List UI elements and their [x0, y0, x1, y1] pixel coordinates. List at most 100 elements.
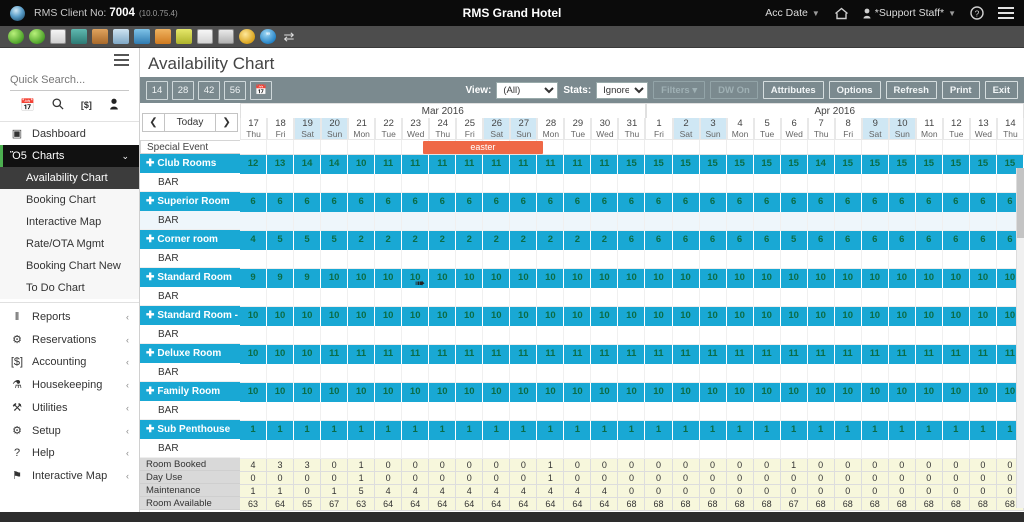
event-cell[interactable]	[375, 140, 403, 154]
rate-cell[interactable]	[240, 326, 268, 345]
availability-cell[interactable]: 11	[537, 345, 565, 364]
rate-cell[interactable]	[510, 250, 538, 269]
availability-cell[interactable]: 10	[753, 269, 781, 288]
category-label-club-rooms[interactable]: ✚ Club Rooms	[140, 154, 240, 173]
rate-cell[interactable]	[699, 364, 727, 383]
transfer-icon[interactable]: ⇄	[281, 29, 297, 44]
rate-cell[interactable]	[591, 402, 619, 421]
sidebar-subitem-booking-chart[interactable]: Booking Chart	[0, 189, 139, 211]
availability-cell[interactable]: 5	[294, 231, 322, 250]
rate-cell[interactable]	[753, 250, 781, 269]
availability-cell[interactable]: 6	[861, 193, 889, 212]
availability-cell[interactable]: 11	[753, 345, 781, 364]
availability-cell[interactable]: 11	[483, 345, 511, 364]
availability-cell[interactable]: 11	[375, 155, 403, 174]
availability-cell[interactable]: 10	[456, 269, 484, 288]
rate-cell[interactable]	[888, 174, 916, 193]
rate-cell[interactable]	[375, 250, 403, 269]
rate-cell[interactable]	[294, 250, 322, 269]
rate-cell[interactable]	[726, 174, 754, 193]
rate-cell[interactable]	[699, 326, 727, 345]
rate-cell[interactable]	[456, 250, 484, 269]
day-header-cell[interactable]: 5 Tue	[753, 118, 781, 140]
event-cell[interactable]	[348, 140, 376, 154]
rate-cell[interactable]	[699, 402, 727, 421]
rate-cell[interactable]	[969, 288, 997, 307]
availability-cell[interactable]: 10	[510, 307, 538, 326]
availability-cell[interactable]: 2	[456, 231, 484, 250]
rate-cell[interactable]	[672, 250, 700, 269]
rate-cell[interactable]	[294, 212, 322, 231]
rate-cell[interactable]	[483, 212, 511, 231]
printer-icon[interactable]	[218, 29, 234, 44]
rate-cell[interactable]	[861, 364, 889, 383]
rate-cell[interactable]	[240, 288, 268, 307]
availability-cell[interactable]: 1	[267, 421, 295, 440]
availability-cell[interactable]: 1	[672, 421, 700, 440]
rate-cell[interactable]	[618, 212, 646, 231]
availability-cell[interactable]: 10	[753, 307, 781, 326]
availability-cell[interactable]: 11	[915, 345, 943, 364]
rate-label-family-room[interactable]: BAR	[140, 401, 240, 420]
availability-cell[interactable]: 10	[861, 383, 889, 402]
comment-icon[interactable]: ”	[260, 29, 276, 44]
acc-date-menu[interactable]: Acc Date ▼	[765, 7, 820, 19]
rate-cell[interactable]	[429, 402, 457, 421]
availability-cell[interactable]: 10	[726, 383, 754, 402]
day-header-cell[interactable]: 6 Wed	[780, 118, 808, 140]
availability-cell[interactable]: 6	[834, 193, 862, 212]
rate-cell[interactable]	[834, 364, 862, 383]
rate-cell[interactable]	[861, 212, 889, 231]
availability-cell[interactable]: 1	[510, 421, 538, 440]
event-cell[interactable]	[645, 140, 673, 154]
rate-cell[interactable]	[672, 364, 700, 383]
availability-cell[interactable]: 6	[402, 193, 430, 212]
rate-cell[interactable]	[834, 174, 862, 193]
rate-cell[interactable]	[564, 288, 592, 307]
rate-cell[interactable]	[888, 402, 916, 421]
availability-cell[interactable]: 11	[645, 345, 673, 364]
rate-cell[interactable]	[267, 288, 295, 307]
rate-cell[interactable]	[564, 402, 592, 421]
event-cell[interactable]	[672, 140, 700, 154]
availability-cell[interactable]: 10	[834, 269, 862, 288]
rate-cell[interactable]	[267, 440, 295, 459]
rate-cell[interactable]	[969, 174, 997, 193]
availability-cell[interactable]: 11	[402, 155, 430, 174]
availability-cell[interactable]: 10	[348, 269, 376, 288]
sidebar-item-utilities[interactable]: ⚒ Utilities ‹	[0, 396, 139, 419]
category-label-superior-room[interactable]: ✚ Superior Room	[140, 192, 240, 211]
expand-plus-icon[interactable]: ✚	[146, 158, 154, 169]
rate-cell[interactable]	[834, 402, 862, 421]
event-cell[interactable]	[861, 140, 889, 154]
sidebar-item-interactive-map[interactable]: ⚑ Interactive Map ‹	[0, 464, 139, 487]
availability-cell[interactable]: 6	[699, 193, 727, 212]
availability-cell[interactable]: 10	[564, 269, 592, 288]
availability-cell[interactable]: 1	[294, 421, 322, 440]
rate-cell[interactable]	[348, 402, 376, 421]
rate-cell[interactable]	[942, 364, 970, 383]
home-button[interactable]	[834, 7, 849, 20]
rate-cell[interactable]	[456, 440, 484, 459]
rate-cell[interactable]	[402, 288, 430, 307]
rate-cell[interactable]	[645, 212, 673, 231]
availability-cell[interactable]: 9	[294, 269, 322, 288]
availability-cell[interactable]: 6	[672, 193, 700, 212]
main-menu-button[interactable]	[998, 7, 1014, 19]
rate-cell[interactable]	[375, 288, 403, 307]
event-cell[interactable]	[294, 140, 322, 154]
prev-period-button[interactable]: ❮	[142, 112, 165, 132]
alert-icon[interactable]	[239, 29, 255, 44]
event-cell[interactable]	[591, 140, 619, 154]
rate-cell[interactable]	[429, 250, 457, 269]
availability-cell[interactable]: 2	[510, 231, 538, 250]
rate-label-superior-room[interactable]: BAR	[140, 211, 240, 230]
availability-cell[interactable]: 10	[591, 383, 619, 402]
rate-cell[interactable]	[807, 326, 835, 345]
rate-label-deluxe-room[interactable]: BAR	[140, 363, 240, 382]
availability-cell[interactable]: 6	[564, 193, 592, 212]
availability-cell[interactable]: 2	[564, 231, 592, 250]
rate-cell[interactable]	[645, 440, 673, 459]
vertical-scrollbar[interactable]	[1016, 168, 1024, 508]
rate-cell[interactable]	[429, 212, 457, 231]
